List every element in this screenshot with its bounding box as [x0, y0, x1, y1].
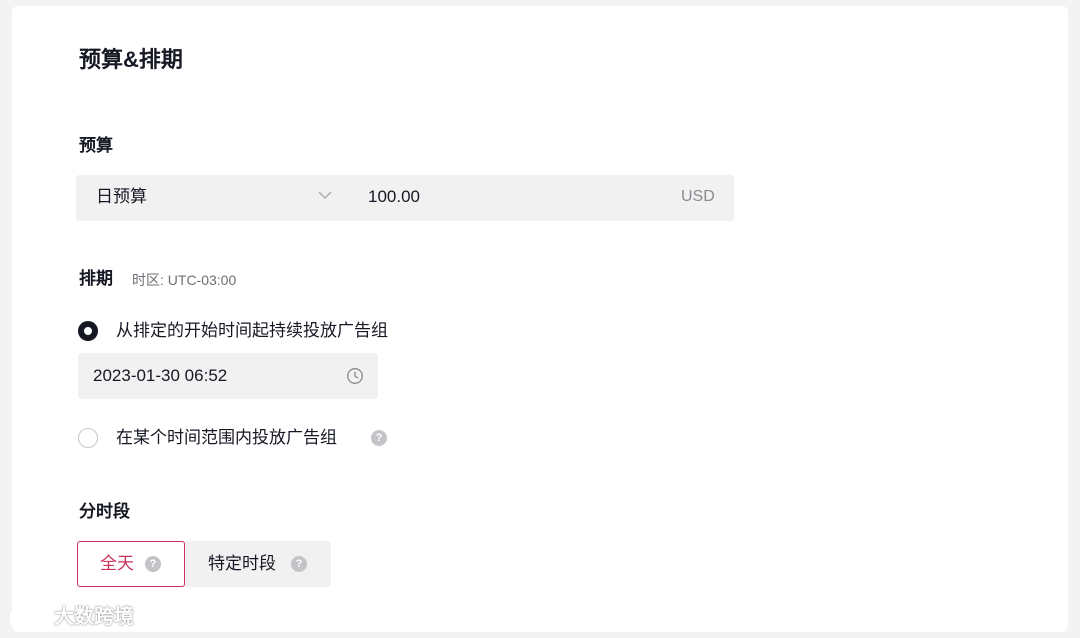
- currency-label: USD: [681, 188, 715, 205]
- watermark-text: 大数跨境: [54, 606, 134, 628]
- budget-type-select[interactable]: 日预算: [96, 186, 147, 208]
- radio-date-range-label[interactable]: 在某个时间范围内投放广告组: [116, 427, 337, 449]
- budget-amount-input[interactable]: 100.00: [368, 186, 420, 208]
- help-icon[interactable]: ?: [291, 556, 307, 572]
- dayparting-section-label: 分时段: [79, 502, 130, 521]
- specific-time-button[interactable]: 特定时段: [208, 553, 276, 575]
- watermark: 大数跨境: [8, 604, 134, 630]
- help-icon[interactable]: ?: [145, 556, 161, 572]
- form-card: [12, 6, 1068, 632]
- radio-continuous[interactable]: [78, 321, 98, 341]
- watermark-logo-icon: [9, 608, 44, 625]
- help-icon[interactable]: ?: [371, 430, 387, 446]
- budget-section-label: 预算: [79, 136, 113, 155]
- page-title: 预算&排期: [79, 47, 183, 72]
- start-datetime-value[interactable]: 2023-01-30 06:52: [93, 365, 227, 387]
- timezone-label: 时区: UTC-03:00: [132, 272, 237, 288]
- clock-icon[interactable]: [346, 367, 364, 385]
- radio-continuous-label[interactable]: 从排定的开始时间起持续投放广告组: [116, 320, 388, 342]
- all-day-label[interactable]: 全天: [100, 553, 134, 575]
- chevron-down-icon[interactable]: [317, 187, 333, 203]
- radio-date-range[interactable]: [78, 428, 98, 448]
- schedule-section-label: 排期: [79, 269, 113, 288]
